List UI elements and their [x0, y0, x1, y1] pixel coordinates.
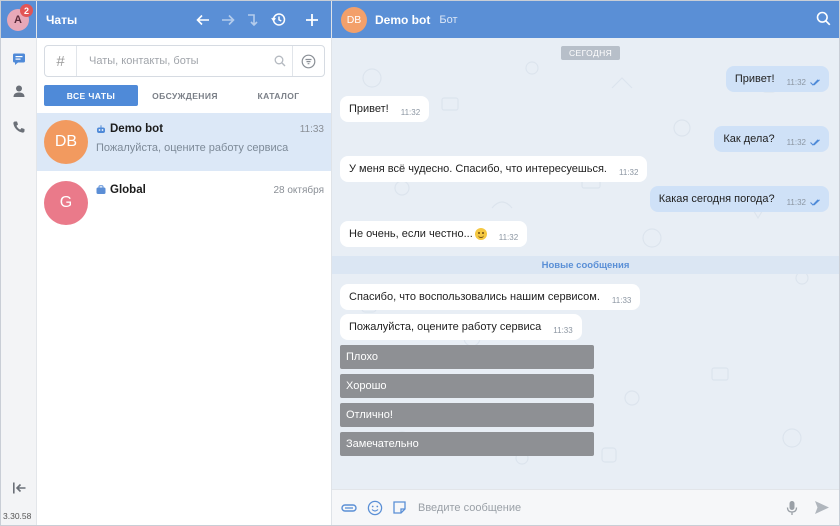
chat-list-header: Чаты	[37, 1, 331, 38]
double-check-icon	[810, 198, 820, 206]
conversation-name[interactable]: Demo bot	[375, 13, 430, 27]
message-time: 11:32	[786, 77, 806, 87]
contacts-icon[interactable]	[10, 82, 28, 100]
chat-list-title: Чаты	[46, 12, 78, 27]
forward-arrow-icon[interactable]	[217, 9, 239, 31]
quick-reply-button[interactable]: Хорошо	[340, 374, 594, 398]
conversation-panel: DB Demo bot Бот СЕГОДНЯ Привет! 11:32 Пр…	[332, 1, 839, 525]
message-outgoing[interactable]: Как дела? 11:32	[714, 126, 829, 152]
message-incoming[interactable]: У меня всё чудесно. Спасибо, что интерес…	[340, 156, 648, 182]
back-arrow-icon[interactable]	[192, 9, 214, 31]
search-bar: #	[44, 45, 325, 77]
message-outgoing[interactable]: Какая сегодня погода? 11:32	[649, 186, 829, 212]
attach-paperclip-icon[interactable]	[338, 497, 360, 519]
chat-tabs: ВСЕ ЧАТЫ ОБСУЖДЕНИЯ КАТАЛОГ	[44, 85, 325, 106]
message-incoming[interactable]: Пожалуйста, оцените работу сервиса 11:33	[340, 314, 582, 340]
history-icon[interactable]	[267, 9, 289, 31]
avatar: DB	[44, 120, 88, 164]
message-time: 11:32	[498, 232, 519, 242]
message-time: 11:32	[400, 107, 421, 117]
new-messages-divider: Новые сообщения	[332, 256, 839, 274]
chat-name: Global	[96, 184, 146, 196]
message-time: 11:33	[553, 325, 573, 335]
chat-time: 11:33	[299, 124, 324, 135]
message-composer	[332, 489, 839, 525]
message-outgoing[interactable]: Привет! 11:32	[725, 66, 829, 92]
avatar: G	[44, 181, 88, 225]
message-incoming[interactable]: Спасибо, что воспользовались нашим серви…	[340, 284, 641, 310]
search-input[interactable]	[77, 47, 268, 75]
quick-reply-button[interactable]: Замечательно	[340, 432, 594, 456]
message-time: 11:32	[786, 137, 806, 147]
tab-all-chats[interactable]: ВСЕ ЧАТЫ	[44, 85, 138, 106]
search-icon	[268, 55, 292, 67]
chats-icon[interactable]	[10, 50, 28, 68]
conversation-avatar[interactable]: DB	[341, 6, 367, 33]
channel-icon	[96, 185, 106, 195]
message-incoming[interactable]: Привет! 11:32	[340, 96, 430, 122]
filter-icon[interactable]	[292, 46, 324, 76]
new-chat-plus-icon[interactable]	[301, 9, 323, 31]
conversation-subtitle: Бот	[439, 13, 458, 26]
date-separator: СЕГОДНЯ	[561, 46, 621, 60]
search-icon[interactable]	[816, 11, 831, 29]
conversation-header: DB Demo bot Бот	[332, 1, 839, 38]
message-input[interactable]	[418, 501, 781, 514]
message-time: 11:32	[618, 167, 639, 177]
sticker-icon[interactable]	[388, 497, 410, 519]
left-rail: A 2 3.30.58	[1, 1, 37, 525]
emoji-icon[interactable]	[364, 497, 386, 519]
chat-list-panel: Чаты # Чаты, контакты, боты ВСЕ ЧАТЫ ОБС…	[37, 1, 332, 525]
send-icon[interactable]	[811, 497, 833, 519]
bot-icon	[96, 124, 106, 134]
tab-discussions[interactable]: ОБСУЖДЕНИЯ	[138, 85, 232, 106]
microphone-icon[interactable]	[781, 497, 803, 519]
tab-catalog[interactable]: КАТАЛОГ	[232, 85, 325, 106]
message-incoming[interactable]: Не очень, если честно... 11:32	[340, 221, 528, 247]
message-time: 11:33	[611, 295, 632, 305]
unread-badge: 2	[20, 4, 33, 17]
smiley-emoji-icon	[474, 228, 487, 240]
chat-item-global[interactable]: G Global 28 октября	[37, 174, 331, 232]
chat-time: 28 октября	[273, 185, 324, 196]
app-version: 3.30.58	[3, 511, 32, 521]
calls-icon[interactable]	[10, 118, 28, 136]
collapse-sidebar-icon[interactable]	[10, 479, 28, 497]
quick-reply-button[interactable]: Плохо	[340, 345, 594, 369]
rail-header: A 2	[1, 1, 36, 38]
chat-item-demo-bot[interactable]: DB Demo bot 11:33 Пожалуйста, оцените ра…	[37, 113, 331, 171]
message-time: 11:32	[786, 197, 806, 207]
hashtag-icon[interactable]: #	[45, 46, 77, 76]
jump-down-icon[interactable]	[242, 9, 264, 31]
quick-reply-button[interactable]: Отлично!	[340, 403, 594, 427]
chat-name: Demo bot	[96, 123, 163, 135]
double-check-icon	[810, 138, 820, 146]
messenger-window: A 2 3.30.58 Чаты # Чаты, контакты, боты …	[0, 0, 840, 526]
chat-preview: Пожалуйста, оцените работу сервиса	[96, 142, 289, 154]
double-check-icon	[810, 78, 820, 86]
